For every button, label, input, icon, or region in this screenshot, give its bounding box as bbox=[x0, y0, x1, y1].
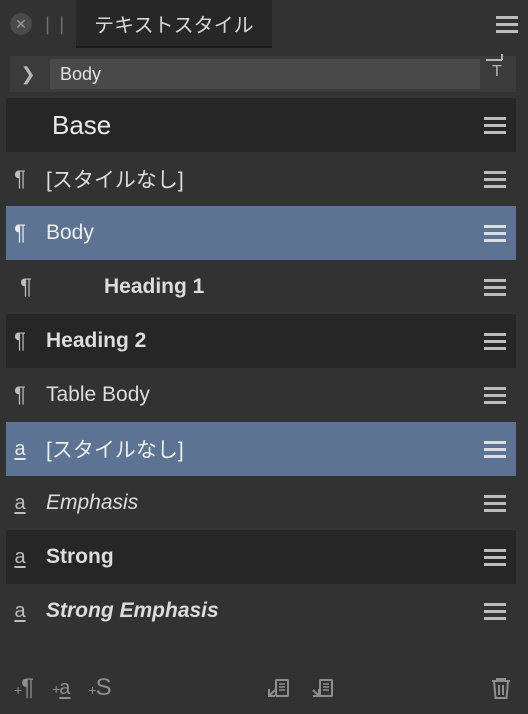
pilcrow-icon: ¶ bbox=[8, 166, 32, 192]
row-menu-icon[interactable] bbox=[484, 387, 506, 404]
current-style-field[interactable]: Body bbox=[50, 59, 480, 89]
row-menu-icon[interactable] bbox=[484, 441, 506, 458]
style-row-emphasis[interactable]: a Emphasis bbox=[6, 476, 516, 530]
row-menu-icon[interactable] bbox=[484, 279, 506, 296]
update-paragraph-style-button[interactable] bbox=[265, 675, 291, 701]
style-label: Body bbox=[46, 221, 470, 245]
style-row-heading-2[interactable]: ¶ Heading 2 bbox=[6, 314, 516, 368]
panel-menu-icon[interactable] bbox=[496, 16, 518, 33]
row-menu-icon[interactable] bbox=[484, 225, 506, 242]
style-label: [スタイルなし] bbox=[46, 434, 470, 464]
row-menu-icon[interactable] bbox=[484, 171, 506, 188]
pilcrow-icon: ¶ bbox=[8, 382, 32, 408]
style-label: Strong Emphasis bbox=[46, 599, 470, 623]
s-icon: S bbox=[96, 674, 112, 702]
style-row-strong[interactable]: a Strong bbox=[6, 530, 516, 584]
style-row-body[interactable]: ¶ Body bbox=[6, 206, 516, 260]
pilcrow-icon: ¶ bbox=[14, 274, 38, 300]
style-group-base[interactable]: Base bbox=[6, 98, 516, 152]
row-menu-icon[interactable] bbox=[484, 495, 506, 512]
character-icon: a bbox=[59, 677, 70, 700]
row-menu-icon[interactable] bbox=[484, 549, 506, 566]
character-icon: a bbox=[8, 600, 32, 623]
style-row-no-style-character[interactable]: a [スタイルなし] bbox=[6, 422, 516, 476]
character-icon: a bbox=[8, 546, 32, 569]
style-label: Heading 2 bbox=[46, 329, 470, 353]
style-row-table-body[interactable]: ¶ Table Body bbox=[6, 368, 516, 422]
breadcrumb: ❯ Body T bbox=[10, 56, 516, 92]
new-style-group-button[interactable]: + S bbox=[88, 674, 111, 702]
style-row-heading-1[interactable]: ¶ Heading 1 bbox=[6, 260, 516, 314]
pilcrow-icon: ¶ bbox=[21, 674, 34, 702]
delete-icon[interactable] bbox=[488, 675, 514, 701]
style-row-strong-emphasis[interactable]: a Strong Emphasis bbox=[6, 584, 516, 638]
character-icon: a bbox=[8, 438, 32, 461]
panel-tabbar: ✕ ❘❘ テキストスタイル bbox=[0, 0, 528, 48]
style-label: Table Body bbox=[46, 383, 470, 407]
svg-text:T: T bbox=[492, 63, 502, 80]
character-icon: a bbox=[8, 492, 32, 515]
style-label: Heading 1 bbox=[52, 275, 470, 299]
styles-list: Base ¶ [スタイルなし] ¶ Body ¶ Heading 1 ¶ Hea… bbox=[0, 98, 528, 662]
panel-footer: + ¶ + a + S bbox=[0, 662, 528, 714]
pilcrow-icon: ¶ bbox=[8, 220, 32, 246]
row-menu-icon[interactable] bbox=[484, 117, 506, 134]
row-menu-icon[interactable] bbox=[484, 333, 506, 350]
style-row-no-style-paragraph[interactable]: ¶ [スタイルなし] bbox=[6, 152, 516, 206]
close-icon[interactable]: ✕ bbox=[10, 13, 32, 35]
tab-text-styles[interactable]: テキストスタイル bbox=[76, 0, 271, 48]
style-label: [スタイルなし] bbox=[46, 164, 470, 194]
style-label: Strong bbox=[46, 545, 470, 569]
tab-label: テキストスタイル bbox=[94, 9, 253, 38]
reset-formatting-icon[interactable]: T bbox=[482, 52, 510, 80]
new-paragraph-style-button[interactable]: + ¶ bbox=[14, 674, 34, 702]
pilcrow-icon: ¶ bbox=[8, 328, 32, 354]
style-label: Emphasis bbox=[46, 491, 470, 515]
current-style-label: Body bbox=[60, 64, 101, 85]
chevron-right-icon[interactable]: ❯ bbox=[10, 64, 46, 85]
collapse-icon[interactable]: ❘❘ bbox=[40, 14, 68, 35]
text-styles-panel: ✕ ❘❘ テキストスタイル ❯ Body T Base ¶ bbox=[0, 0, 528, 714]
group-label: Base bbox=[14, 110, 470, 141]
update-character-style-button[interactable] bbox=[309, 675, 335, 701]
new-character-style-button[interactable]: + a bbox=[52, 677, 70, 700]
row-menu-icon[interactable] bbox=[484, 603, 506, 620]
